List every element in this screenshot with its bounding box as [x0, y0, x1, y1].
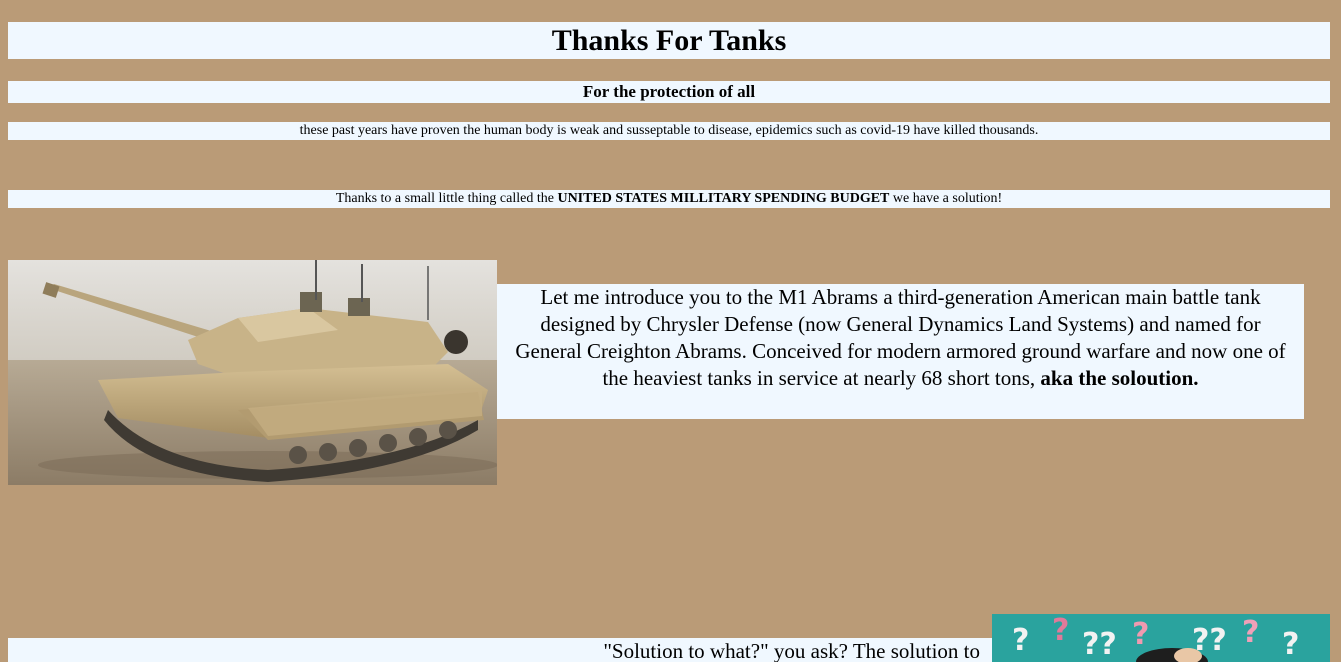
page-subtitle: For the protection of all: [8, 81, 1330, 103]
svg-text:?: ?: [1132, 617, 1149, 652]
svg-text:?: ?: [1052, 614, 1069, 648]
page-title: Thanks For Tanks: [8, 22, 1330, 59]
svg-text:?: ?: [1012, 623, 1029, 658]
budget-paragraph: Thanks to a small little thing called th…: [8, 190, 1330, 208]
page: Thanks For Tanks For the protection of a…: [0, 0, 1341, 662]
budget-emphasis: UNITED STATES MILLITARY SPENDING BUDGET: [557, 191, 890, 206]
question-marks-image: ? ? ?? ? ?? ? ?: [992, 614, 1330, 662]
solution-paragraph: "Solution to what?" you ask? The solutio…: [8, 638, 992, 662]
svg-text:?: ?: [1282, 627, 1299, 662]
solution-text: "Solution to what?" you ask? The solutio…: [603, 639, 980, 662]
svg-text:??: ??: [1082, 627, 1117, 662]
svg-text:?: ?: [1242, 615, 1259, 650]
intro-paragraph: these past years have proven the human b…: [8, 122, 1330, 140]
tank-description-emphasis: aka the soloution.: [1040, 366, 1199, 390]
tank-description: Let me introduce you to the M1 Abrams a …: [497, 284, 1304, 419]
budget-prefix: Thanks to a small little thing called th…: [335, 191, 558, 206]
budget-suffix: we have a solution!: [889, 191, 1003, 206]
tank-image: [8, 260, 497, 485]
